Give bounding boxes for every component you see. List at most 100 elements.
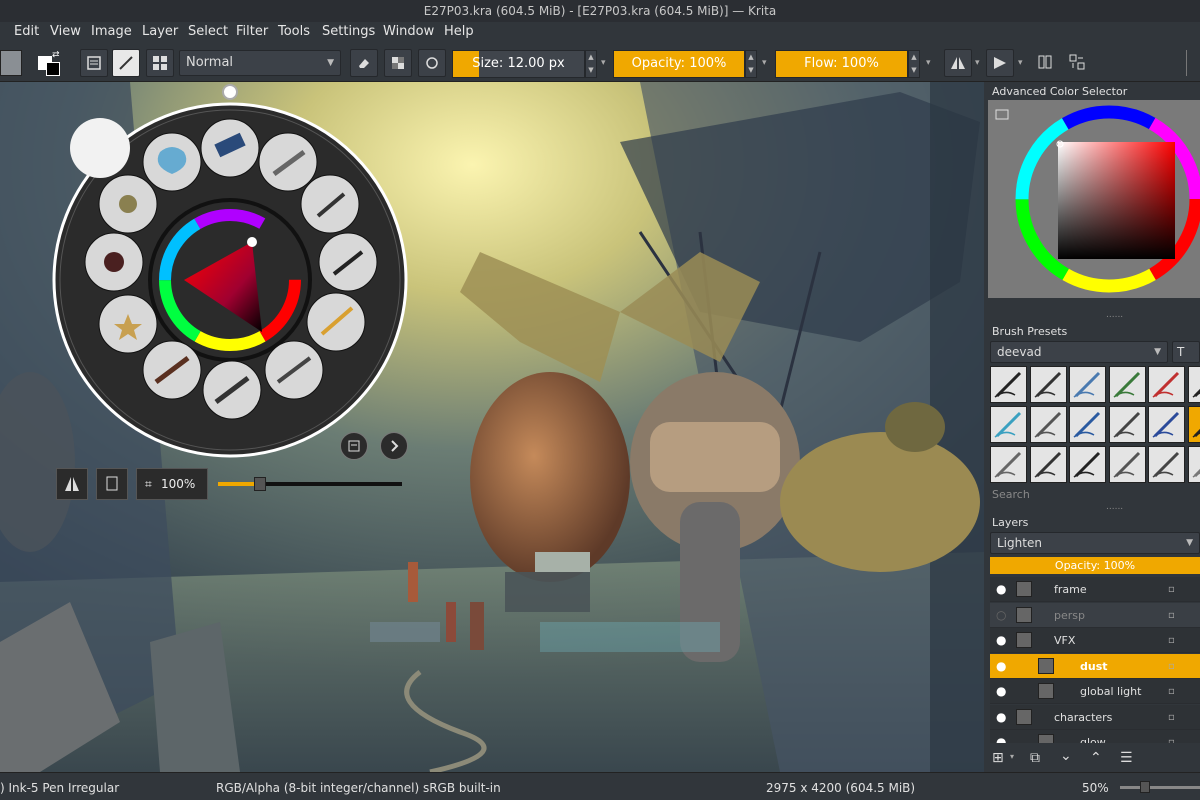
menu-help[interactable]: Help bbox=[444, 24, 474, 39]
visibility-eye-icon[interactable]: ● bbox=[996, 654, 1006, 679]
brush-preset-thumbnail[interactable] bbox=[1029, 446, 1067, 483]
size-spin-button[interactable]: ▲ ▼ bbox=[585, 50, 597, 78]
layer-row[interactable]: ● VFX ▫ bbox=[990, 628, 1200, 653]
menu-edit[interactable]: Edit bbox=[14, 24, 39, 39]
color-wheel[interactable] bbox=[988, 100, 1200, 298]
palette-settings-button[interactable] bbox=[340, 432, 368, 460]
brush-preset-thumbnail[interactable] bbox=[1187, 406, 1200, 443]
brush-filter-button[interactable]: T bbox=[1172, 341, 1200, 363]
layer-row[interactable]: ● frame ▫ bbox=[990, 577, 1200, 602]
mirror-horizontal-button[interactable] bbox=[944, 49, 972, 77]
size-options-arrow[interactable]: ▾ bbox=[601, 58, 606, 68]
wrap-around-button[interactable] bbox=[1032, 49, 1060, 77]
brush-preset-thumbnail[interactable] bbox=[1069, 366, 1106, 403]
blend-mode-select[interactable]: Normal ▼ bbox=[179, 50, 341, 76]
menu-view[interactable]: View bbox=[50, 24, 81, 39]
layer-row[interactable]: ● global light ▫ bbox=[990, 679, 1200, 704]
add-layer-options-arrow[interactable]: ▾ bbox=[1010, 752, 1014, 761]
visibility-eye-icon[interactable]: ● bbox=[996, 705, 1006, 730]
reload-preset-button[interactable] bbox=[418, 49, 446, 77]
size-slider[interactable]: Size: 12.00 px bbox=[452, 50, 585, 78]
visibility-eye-icon[interactable]: ● bbox=[996, 628, 1006, 653]
visibility-eye-icon[interactable]: ● bbox=[996, 577, 1006, 602]
palette-zoom-slider-handle[interactable] bbox=[254, 477, 267, 491]
flow-options-arrow[interactable]: ▾ bbox=[926, 58, 931, 68]
status-zoom-slider-handle[interactable] bbox=[1140, 781, 1150, 793]
brush-preset-thumbnail[interactable] bbox=[1108, 406, 1146, 443]
preserve-alpha-button[interactable] bbox=[384, 49, 412, 77]
visibility-eye-icon[interactable]: ● bbox=[996, 730, 1006, 743]
opacity-options-arrow[interactable]: ▾ bbox=[762, 58, 767, 68]
move-layer-down-icon[interactable]: ⌄ bbox=[1060, 748, 1072, 764]
mirror-v-options-arrow[interactable]: ▾ bbox=[1018, 58, 1023, 68]
brush-preset-thumbnail[interactable] bbox=[1029, 406, 1067, 443]
brush-preset-thumbnail[interactable] bbox=[1187, 366, 1200, 403]
opacity-slider[interactable]: Opacity: 100% bbox=[613, 50, 745, 78]
menu-tools[interactable]: Tools bbox=[278, 24, 310, 39]
menu-select[interactable]: Select bbox=[188, 24, 228, 39]
lock-icon[interactable]: ▫ bbox=[1168, 577, 1175, 602]
mirror-vertical-button[interactable] bbox=[986, 49, 1014, 77]
edit-brush-settings-button[interactable] bbox=[80, 49, 108, 77]
brush-preset-thumbnail[interactable] bbox=[1069, 406, 1106, 443]
layer-properties-icon[interactable]: ☰ bbox=[1120, 750, 1133, 766]
duplicate-layer-icon[interactable]: ⧉ bbox=[1030, 750, 1040, 766]
add-layer-icon[interactable]: ⊞ bbox=[992, 750, 1004, 766]
menu-settings[interactable]: Settings bbox=[322, 24, 375, 39]
brush-search-input[interactable]: Search bbox=[992, 488, 1030, 501]
eraser-mode-button[interactable] bbox=[350, 49, 378, 77]
splitter-handle[interactable]: ...... bbox=[1106, 310, 1123, 320]
advanced-color-selector[interactable] bbox=[988, 100, 1200, 298]
flow-slider[interactable]: Flow: 100% bbox=[775, 50, 908, 78]
canvas-only-button[interactable] bbox=[1064, 49, 1092, 77]
palette-mirror-button[interactable] bbox=[56, 468, 88, 500]
visibility-eye-icon[interactable]: ○ bbox=[996, 603, 1006, 628]
lock-icon[interactable]: ▫ bbox=[1168, 654, 1175, 679]
palette-zoom-slider[interactable] bbox=[218, 477, 402, 491]
lock-icon[interactable]: ▫ bbox=[1168, 679, 1175, 704]
menu-window[interactable]: Window bbox=[383, 24, 434, 39]
brush-preset-thumbnail[interactable] bbox=[1069, 446, 1106, 483]
brush-preset-thumbnail[interactable] bbox=[1108, 446, 1146, 483]
brush-preset-thumbnail[interactable] bbox=[990, 446, 1027, 483]
brush-preset-thumbnail[interactable] bbox=[1108, 366, 1146, 403]
palette-canvas-only-button[interactable] bbox=[96, 468, 128, 500]
mirror-h-options-arrow[interactable]: ▾ bbox=[975, 58, 980, 68]
move-layer-up-icon[interactable]: ⌃ bbox=[1090, 750, 1102, 766]
menu-layer[interactable]: Layer bbox=[142, 24, 178, 39]
layer-row[interactable]: ○ persp ▫ bbox=[990, 602, 1200, 628]
status-zoom-slider[interactable] bbox=[1120, 781, 1200, 793]
brush-preset-thumbnail[interactable] bbox=[1187, 446, 1200, 483]
fg-bg-colors-icon[interactable]: ⇄ bbox=[38, 50, 64, 76]
menu-image[interactable]: Image bbox=[91, 24, 132, 39]
palette-next-button[interactable] bbox=[380, 432, 408, 460]
brush-preset-thumbnail[interactable] bbox=[1029, 366, 1067, 403]
lock-icon[interactable]: ▫ bbox=[1168, 730, 1175, 743]
status-zoom[interactable]: 50% bbox=[1082, 781, 1109, 795]
brush-preset-thumbnail[interactable] bbox=[990, 406, 1027, 443]
color-swatch[interactable] bbox=[0, 50, 22, 76]
brush-preset-thumbnail[interactable] bbox=[1148, 406, 1185, 443]
popup-palette-handle[interactable] bbox=[222, 84, 238, 100]
brush-preset-thumbnail[interactable] bbox=[1148, 446, 1185, 483]
lock-icon[interactable]: ▫ bbox=[1168, 628, 1175, 653]
brush-preset-thumbnail[interactable] bbox=[1148, 366, 1185, 403]
brush-tag-select[interactable]: deevad ▼ bbox=[990, 341, 1168, 363]
brush-preset-thumbnail[interactable] bbox=[990, 366, 1027, 403]
visibility-eye-icon[interactable]: ● bbox=[996, 679, 1006, 704]
status-color-space[interactable]: RGB/Alpha (8-bit integer/channel) sRGB b… bbox=[216, 781, 501, 795]
menu-filter[interactable]: Filter bbox=[236, 24, 268, 39]
brush-preset-button[interactable] bbox=[112, 49, 140, 77]
lock-icon[interactable]: ▫ bbox=[1168, 705, 1175, 730]
layer-row[interactable]: ● glow ▫ bbox=[990, 730, 1200, 743]
palette-zoom-reset-button[interactable]: ⌗ 100% bbox=[136, 468, 208, 500]
opacity-spin-button[interactable]: ▲ ▼ bbox=[745, 50, 757, 78]
layer-row[interactable]: ● characters ▫ bbox=[990, 704, 1200, 730]
flow-spin-button[interactable]: ▲ ▼ bbox=[908, 50, 920, 78]
splitter-handle-2[interactable]: ...... bbox=[1106, 502, 1123, 512]
lock-icon[interactable]: ▫ bbox=[1168, 603, 1175, 628]
brush-presets-grid-button[interactable] bbox=[146, 49, 174, 77]
layer-opacity-slider[interactable]: Opacity: 100% bbox=[990, 557, 1200, 574]
toolbar-overflow-handle[interactable] bbox=[1186, 50, 1200, 76]
layer-blend-mode-select[interactable]: Lighten ▼ bbox=[990, 532, 1200, 554]
